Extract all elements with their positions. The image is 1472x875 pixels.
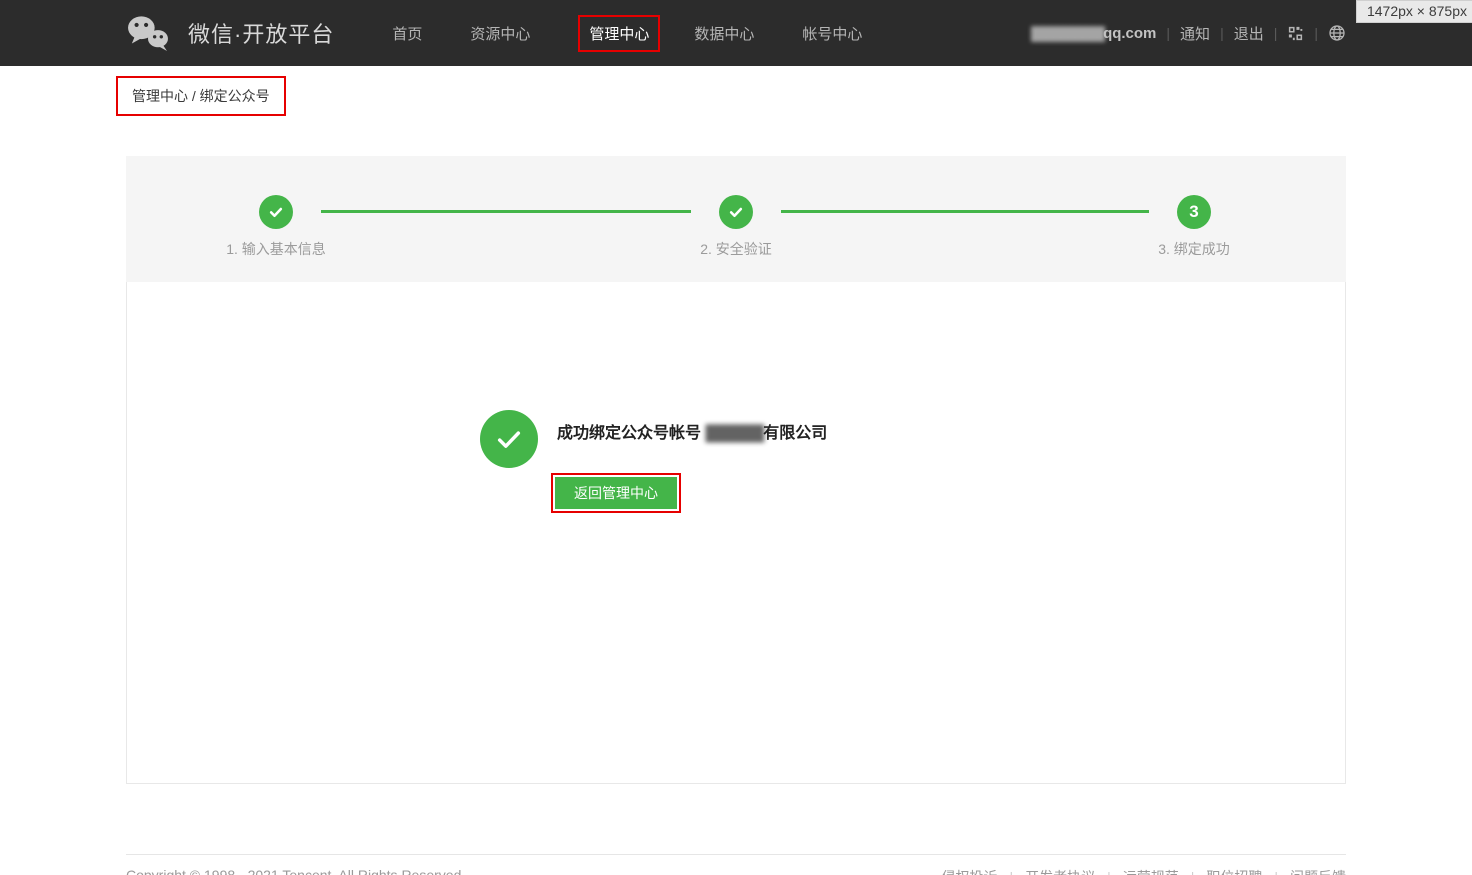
- account-name-redacted: ██████: [705, 425, 763, 442]
- nav-item-data[interactable]: 数据中心: [694, 23, 754, 44]
- divider: |: [1220, 25, 1224, 41]
- notifications-link[interactable]: 通知: [1180, 23, 1210, 44]
- step2-label: 2. 安全验证: [700, 239, 772, 259]
- step1-check-icon: [259, 195, 293, 229]
- success-check-icon: [480, 410, 538, 468]
- email-domain: qq.com: [1103, 25, 1156, 42]
- breadcrumb[interactable]: 管理中心 / 绑定公众号: [132, 88, 270, 104]
- bind-wizard-card: 3 1. 输入基本信息 2. 安全验证 3. 绑定成功 成功绑定公众号帐号 ██…: [126, 156, 1346, 784]
- success-message: 成功绑定公众号帐号 ██████有限公司: [557, 419, 827, 443]
- footer-links: 侵权投诉 开发者协议 运营规范 职位招聘 问题反馈: [941, 867, 1346, 875]
- user-email: ██████████qq.com: [1031, 25, 1156, 42]
- nav-item-management[interactable]: 管理中心: [589, 26, 649, 43]
- globe-icon[interactable]: [1328, 24, 1346, 42]
- step-connector-1: [321, 210, 691, 213]
- annotation-box-button: 返回管理中心: [551, 473, 681, 513]
- nav-item-resources[interactable]: 资源中心: [470, 23, 530, 44]
- page-footer: Copyright © 1998 - 2021 Tencent. All Rig…: [126, 854, 1346, 875]
- stepper: 3 1. 输入基本信息 2. 安全验证 3. 绑定成功: [126, 156, 1346, 282]
- viewport-size-badge: 1472px × 875px: [1356, 0, 1472, 23]
- back-to-management-button[interactable]: 返回管理中心: [555, 477, 677, 509]
- main-nav: 首页 资源中心 管理中心 数据中心 帐号中心: [392, 15, 910, 52]
- footer-link-feedback[interactable]: 问题反馈: [1262, 867, 1346, 875]
- divider: |: [1314, 25, 1318, 41]
- footer-link-complaint[interactable]: 侵权投诉: [941, 867, 997, 875]
- step-connector-2: [781, 210, 1149, 213]
- nav-item-home[interactable]: 首页: [392, 23, 422, 44]
- breadcrumb-row: 管理中心 / 绑定公众号: [126, 66, 1346, 116]
- step2-check-icon: [719, 195, 753, 229]
- logout-link[interactable]: 退出: [1234, 23, 1264, 44]
- wechat-logo: [126, 14, 170, 52]
- result-panel: 成功绑定公众号帐号 ██████有限公司 返回管理中心: [126, 282, 1346, 784]
- divider: |: [1274, 25, 1278, 41]
- brand-title: 微信·开放平台: [188, 17, 334, 49]
- annotation-box-nav: 管理中心: [578, 15, 660, 52]
- top-navbar: 微信·开放平台 首页 资源中心 管理中心 数据中心 帐号中心 █████████…: [0, 0, 1472, 66]
- qr-code-icon[interactable]: [1287, 25, 1304, 42]
- step3-label: 3. 绑定成功: [1158, 239, 1230, 259]
- divider: |: [1166, 25, 1170, 41]
- footer-link-agreement[interactable]: 开发者协议: [997, 867, 1095, 875]
- email-redacted: ██████████: [1031, 26, 1103, 41]
- copyright-text: Copyright © 1998 - 2021 Tencent. All Rig…: [126, 867, 465, 875]
- footer-link-jobs[interactable]: 职位招聘: [1179, 867, 1263, 875]
- nav-item-account[interactable]: 帐号中心: [802, 23, 862, 44]
- footer-link-rules[interactable]: 运营规范: [1095, 867, 1179, 875]
- step1-label: 1. 输入基本信息: [226, 239, 326, 259]
- annotation-box-breadcrumb: 管理中心 / 绑定公众号: [116, 76, 286, 116]
- step3-number-badge: 3: [1177, 195, 1211, 229]
